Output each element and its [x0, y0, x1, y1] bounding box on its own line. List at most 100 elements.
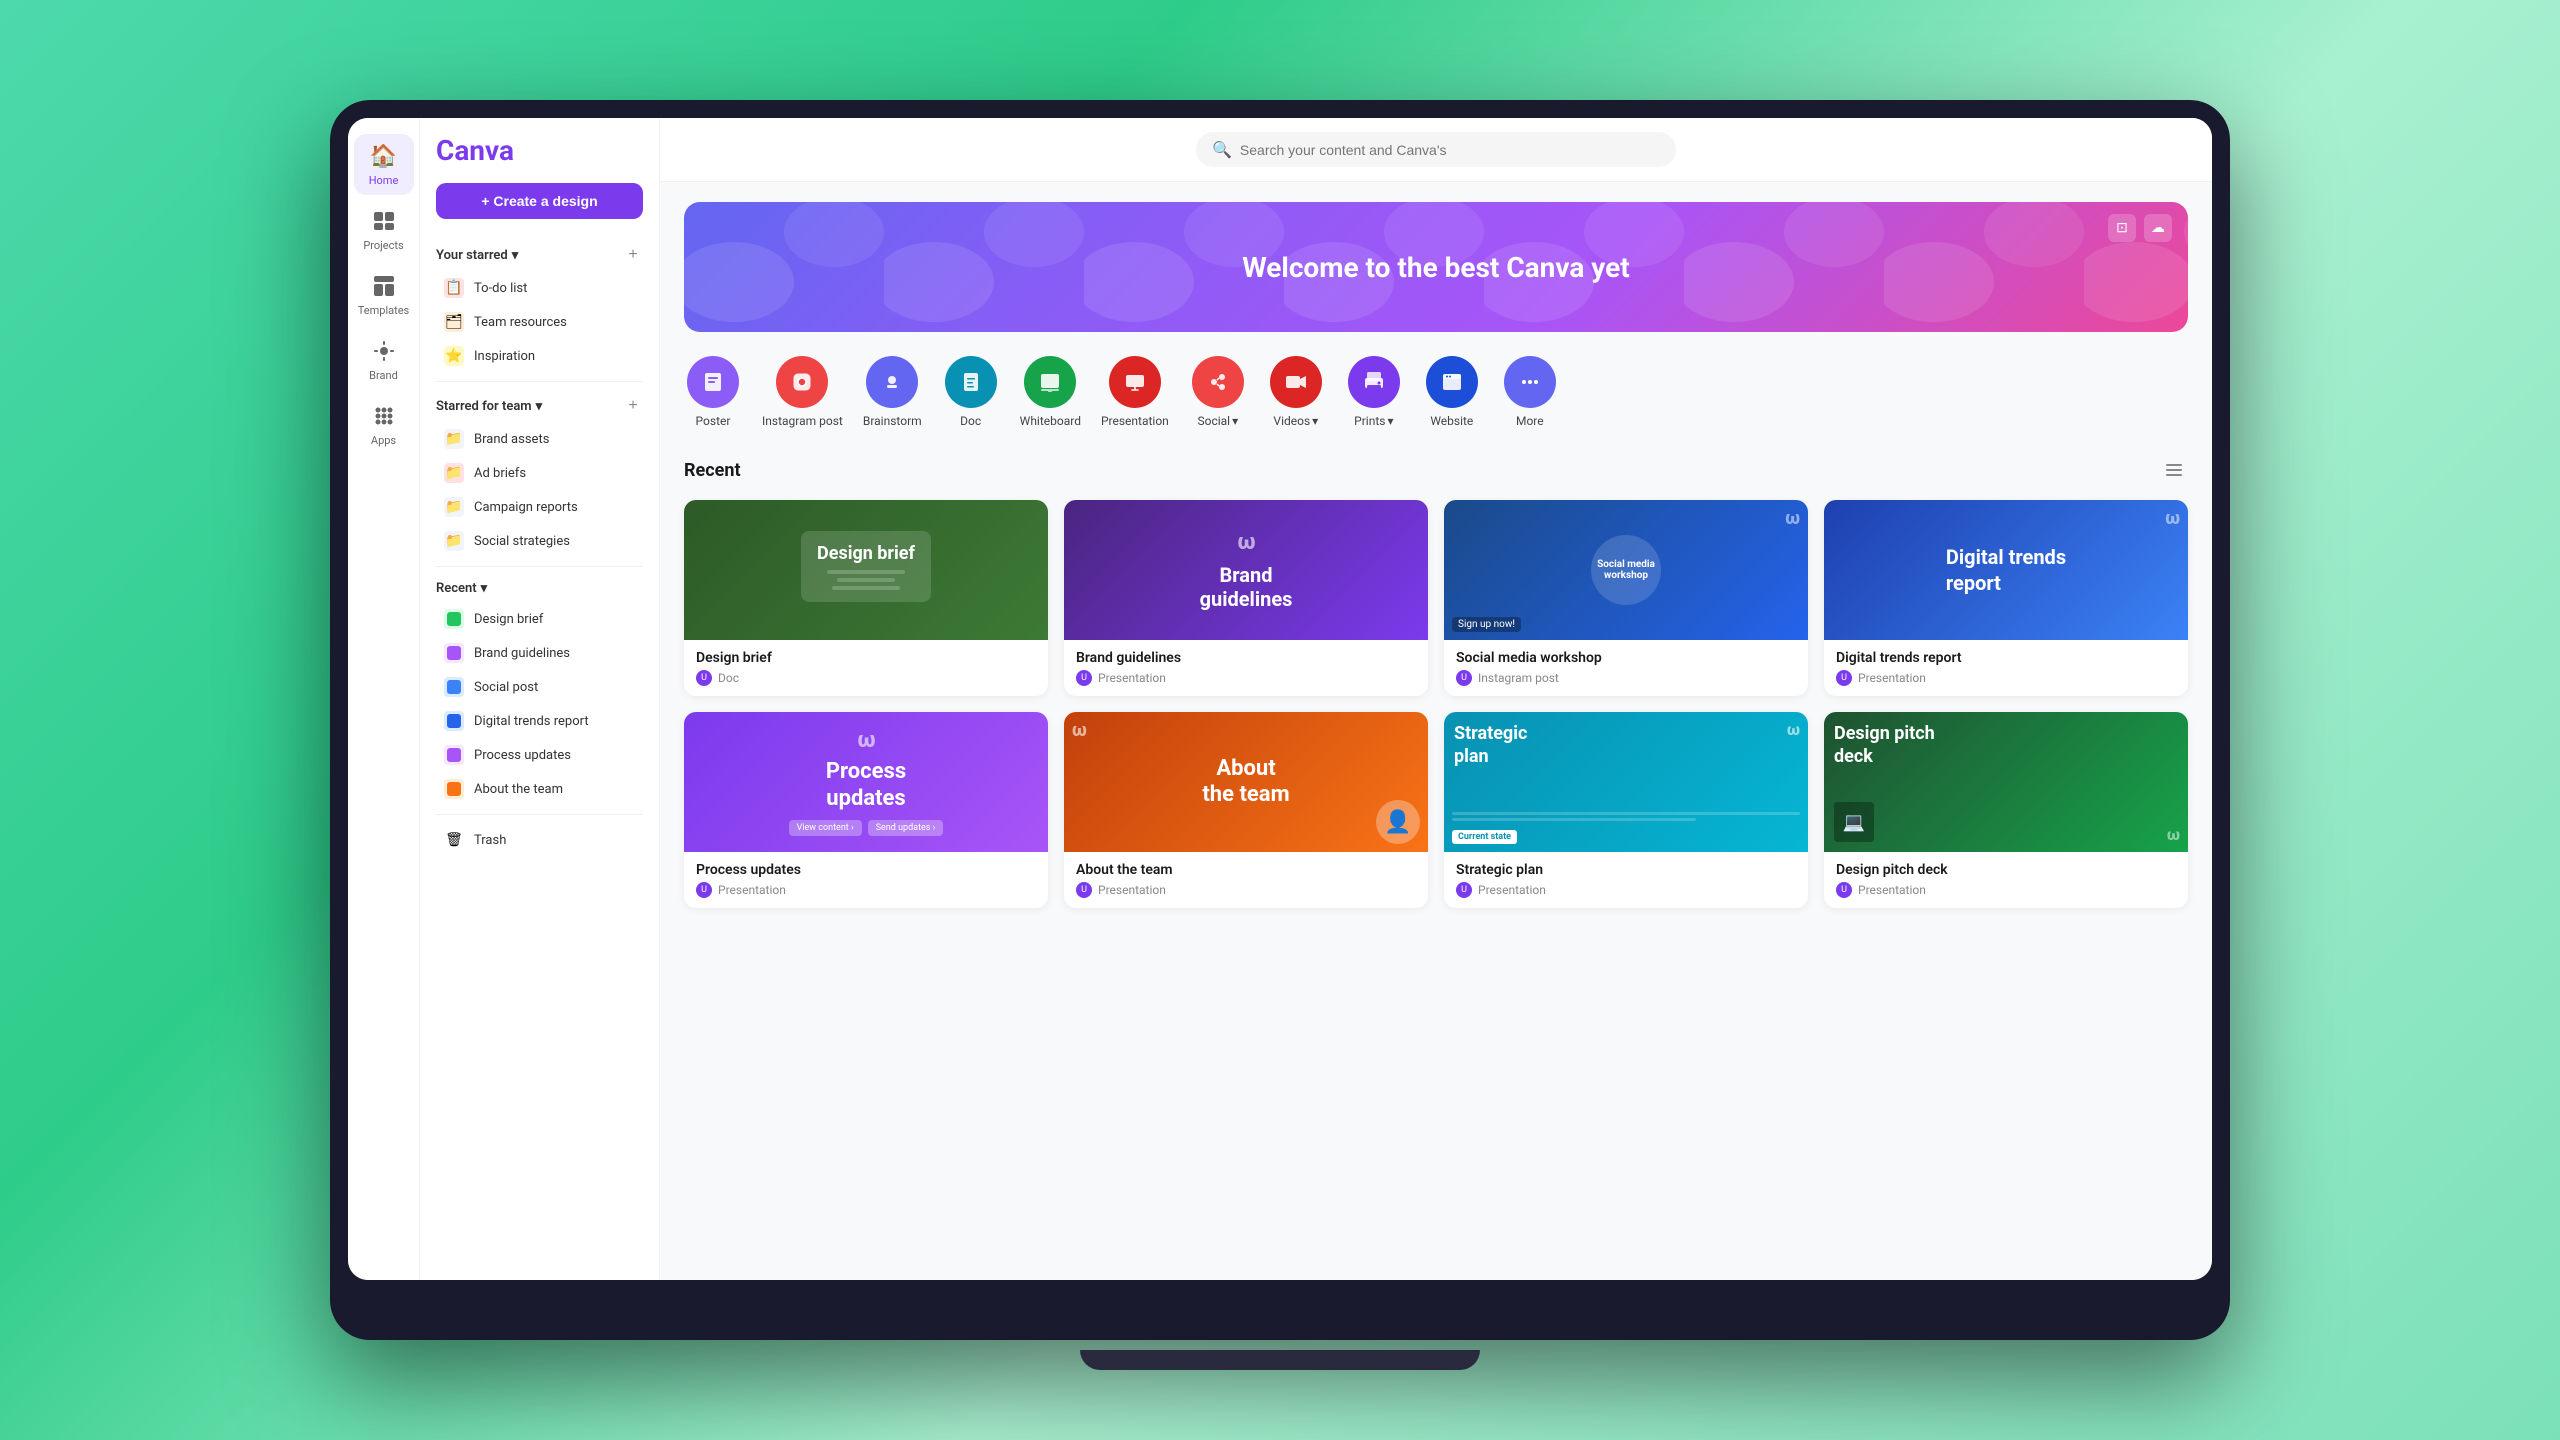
- hero-cloud-button[interactable]: ☁: [2144, 214, 2172, 242]
- sidebar-recent-design-brief[interactable]: Design brief: [428, 602, 651, 636]
- card-thumbnail-brand-guidelines: ω Brandguidelines: [1064, 500, 1428, 640]
- card-about-team[interactable]: ω Aboutthe team 👤 About the team U Prese…: [1064, 712, 1428, 908]
- social-label: Social ▾: [1197, 414, 1238, 428]
- digital-trends-label: Digital trends report: [474, 714, 589, 729]
- card-avatar-brand-guidelines: U: [1076, 670, 1092, 686]
- sidebar-trash[interactable]: 🗑 Trash: [428, 823, 651, 857]
- sidebar-item-home[interactable]: 🏠 Home: [354, 134, 414, 195]
- social-icon: [1192, 356, 1244, 408]
- whiteboard-icon: [1024, 356, 1076, 408]
- apps-icon: [370, 402, 398, 430]
- recent-section-title-main: Recent: [684, 460, 741, 481]
- templates-icon: [370, 272, 398, 300]
- todo-icon: 📋: [444, 278, 464, 298]
- card-info-process-updates: Process updates U Presentation: [684, 852, 1048, 908]
- recent-section-title: Recent ▾: [436, 581, 487, 596]
- sidebar-recent-digital-trends[interactable]: Digital trends report: [428, 704, 651, 738]
- logo-area: Canva: [420, 134, 659, 183]
- sidebar-item-ad-briefs[interactable]: 📁 Ad briefs: [428, 456, 651, 490]
- card-title-process-updates: Process updates: [696, 862, 1036, 878]
- sidebar-recent-about-team[interactable]: About the team: [428, 772, 651, 806]
- recent-section-header-main: Recent: [684, 456, 2188, 484]
- hero-banner: Welcome to the best Canva yet ⊡ ☁: [684, 202, 2188, 332]
- create-design-button[interactable]: + Create a design: [436, 183, 643, 219]
- sidebar-item-todo[interactable]: 📋 To-do list: [428, 271, 651, 305]
- sidebar-item-brand-assets[interactable]: 📁 Brand assets: [428, 422, 651, 456]
- more-icon: [1504, 356, 1556, 408]
- design-type-instagram[interactable]: Instagram post: [762, 356, 843, 428]
- card-social-media-workshop[interactable]: ω Social media workshop Sign up now! Soc…: [1444, 500, 1808, 696]
- design-type-presentation[interactable]: Presentation: [1101, 356, 1169, 428]
- sidebar-item-team-resources[interactable]: 🗂 Team resources: [428, 305, 651, 339]
- card-meta-process-updates: U Presentation: [696, 882, 1036, 898]
- team-resources-label: Team resources: [474, 315, 567, 330]
- app-logo: Canva: [436, 134, 643, 167]
- sidebar-item-projects[interactable]: Projects: [354, 199, 414, 260]
- design-type-doc[interactable]: Doc: [942, 356, 1000, 428]
- sidebar-recent-brand-guidelines[interactable]: Brand guidelines: [428, 636, 651, 670]
- sidebar-item-apps[interactable]: Apps: [354, 394, 414, 455]
- sidebar-recent-social-post[interactable]: Social post: [428, 670, 651, 704]
- card-type-design-pitch: Presentation: [1858, 883, 1926, 897]
- presentation-icon: [1109, 356, 1161, 408]
- starred-add-button[interactable]: +: [623, 245, 643, 265]
- instagram-label: Instagram post: [762, 414, 843, 428]
- left-sidebar: Canva + Create a design Your starred ▾ +…: [420, 118, 660, 1280]
- card-meta-digital-trends: U Presentation: [1836, 670, 2176, 686]
- campaign-reports-label: Campaign reports: [474, 500, 578, 515]
- hero-expand-button[interactable]: ⊡: [2108, 214, 2136, 242]
- sidebar-item-inspiration[interactable]: ⭐ Inspiration: [428, 339, 651, 373]
- search-input[interactable]: [1240, 142, 1660, 158]
- card-info-design-pitch: Design pitch deck U Presentation: [1824, 852, 2188, 908]
- inspiration-icon: ⭐: [444, 346, 464, 366]
- digital-trends-sidebar-icon: [444, 711, 464, 731]
- sidebar-item-campaign-reports[interactable]: 📁 Campaign reports: [428, 490, 651, 524]
- trash-icon: 🗑: [444, 830, 464, 850]
- starred-section-title: Your starred ▾: [436, 248, 518, 263]
- card-type-strategic-plan: Presentation: [1478, 883, 1546, 897]
- card-digital-trends[interactable]: ω Digital trendsreport Digital trends re…: [1824, 500, 2188, 696]
- inspiration-label: Inspiration: [474, 349, 535, 364]
- design-type-more[interactable]: More: [1501, 356, 1559, 428]
- home-label: Home: [369, 174, 399, 187]
- brand-guidelines-sidebar-icon: [444, 643, 464, 663]
- more-label: More: [1516, 414, 1544, 428]
- app-container: 🏠 Home Projects Templates: [348, 118, 2212, 1280]
- design-type-website[interactable]: Website: [1423, 356, 1481, 428]
- recent-section-header[interactable]: Recent ▾: [420, 575, 659, 602]
- campaign-reports-icon: 📁: [444, 497, 464, 517]
- card-thumbnail-process-updates: ω Processupdates View content › Send upd…: [684, 712, 1048, 852]
- design-type-prints[interactable]: Prints ▾: [1345, 356, 1403, 428]
- card-thumbnail-digital-trends: ω Digital trendsreport: [1824, 500, 2188, 640]
- starred-team-add-button[interactable]: +: [623, 396, 643, 416]
- card-strategic-plan[interactable]: ω Strategicplan Current state: [1444, 712, 1808, 908]
- sidebar-item-templates[interactable]: Templates: [354, 264, 414, 325]
- design-type-whiteboard[interactable]: Whiteboard: [1020, 356, 1081, 428]
- content-area: Welcome to the best Canva yet ⊡ ☁: [660, 182, 2212, 1280]
- card-thumbnail-design-brief: Design brief: [684, 500, 1048, 640]
- poster-icon: [687, 356, 739, 408]
- list-view-button[interactable]: [2160, 456, 2188, 484]
- sidebar-item-social-strategies[interactable]: 📁 Social strategies: [428, 524, 651, 558]
- card-design-brief[interactable]: Design brief: [684, 500, 1048, 696]
- top-bar: 🔍: [660, 118, 2212, 182]
- card-design-pitch-deck[interactable]: ω Design pitchdeck 💻 Design pitch deck U…: [1824, 712, 2188, 908]
- design-type-videos[interactable]: Videos ▾: [1267, 356, 1325, 428]
- sidebar-recent-process-updates[interactable]: Process updates: [428, 738, 651, 772]
- card-avatar-strategic-plan: U: [1456, 882, 1472, 898]
- card-type-social-media: Instagram post: [1478, 671, 1559, 685]
- starred-for-team-header[interactable]: Starred for team ▾ +: [420, 390, 659, 422]
- sidebar-item-brand[interactable]: Brand: [354, 329, 414, 390]
- social-post-label: Social post: [474, 680, 538, 695]
- social-post-icon: [444, 677, 464, 697]
- videos-label: Videos ▾: [1273, 414, 1318, 428]
- starred-section-header[interactable]: Your starred ▾ +: [420, 239, 659, 271]
- design-type-brainstorm[interactable]: Brainstorm: [863, 356, 922, 428]
- doc-label: Doc: [960, 414, 981, 428]
- design-type-poster[interactable]: Poster: [684, 356, 742, 428]
- ad-briefs-icon: 📁: [444, 463, 464, 483]
- design-type-social[interactable]: Social ▾: [1189, 356, 1247, 428]
- card-process-updates[interactable]: ω Processupdates View content › Send upd…: [684, 712, 1048, 908]
- card-brand-guidelines[interactable]: ω Brandguidelines Brand guidelines U Pre…: [1064, 500, 1428, 696]
- about-team-label: About the team: [474, 782, 563, 797]
